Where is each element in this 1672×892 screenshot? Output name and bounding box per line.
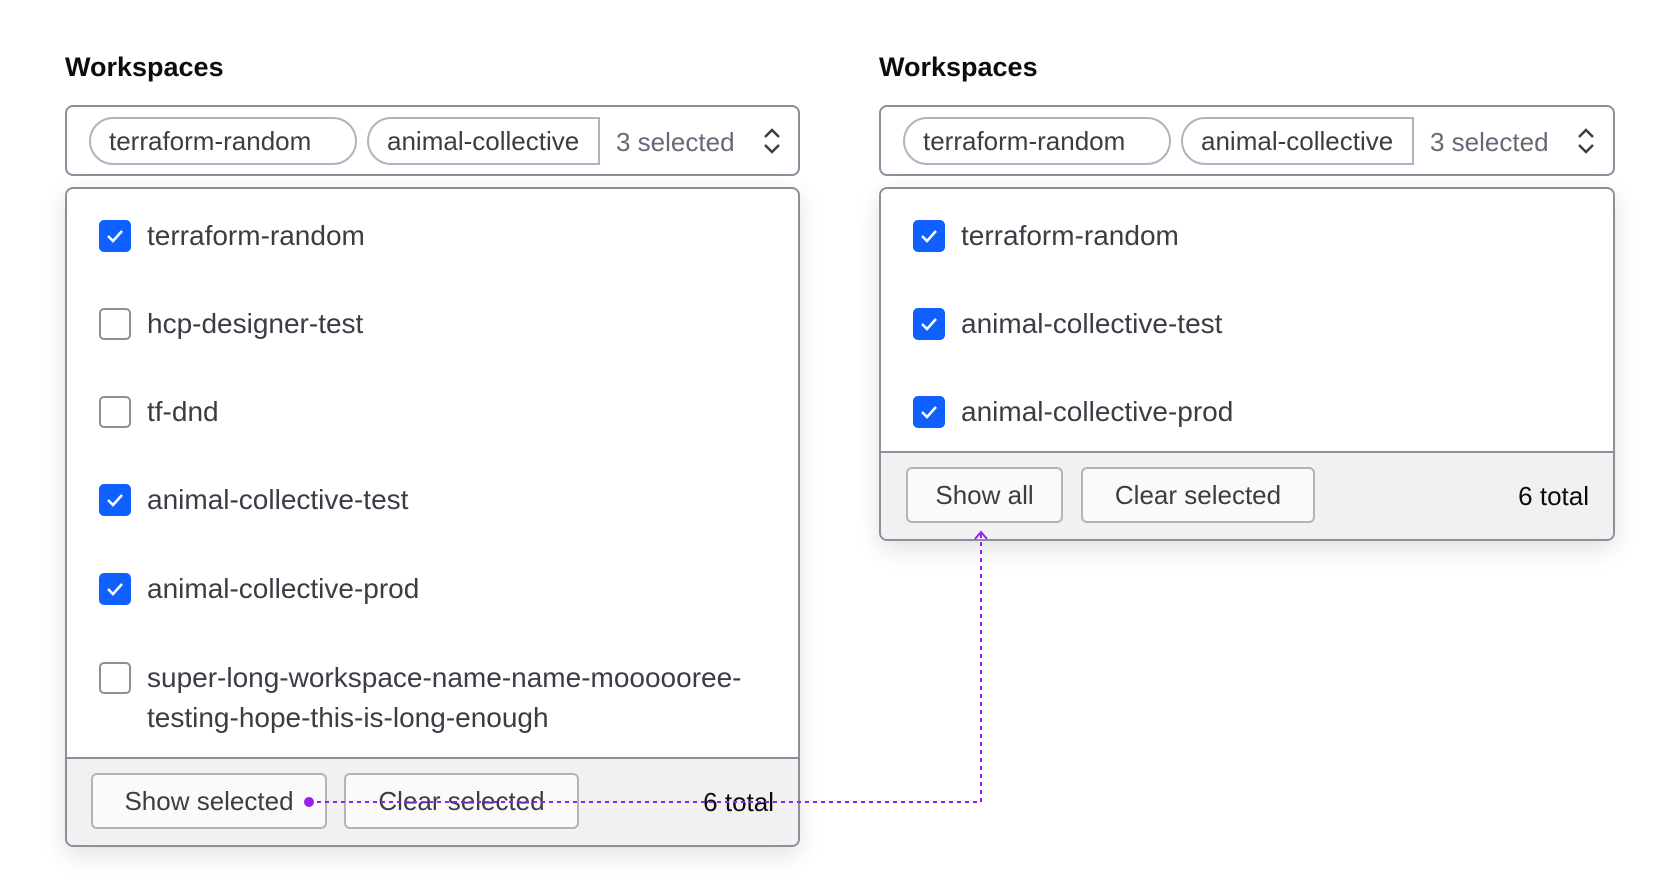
connector-annotation xyxy=(304,530,988,807)
connector-line xyxy=(309,533,982,803)
